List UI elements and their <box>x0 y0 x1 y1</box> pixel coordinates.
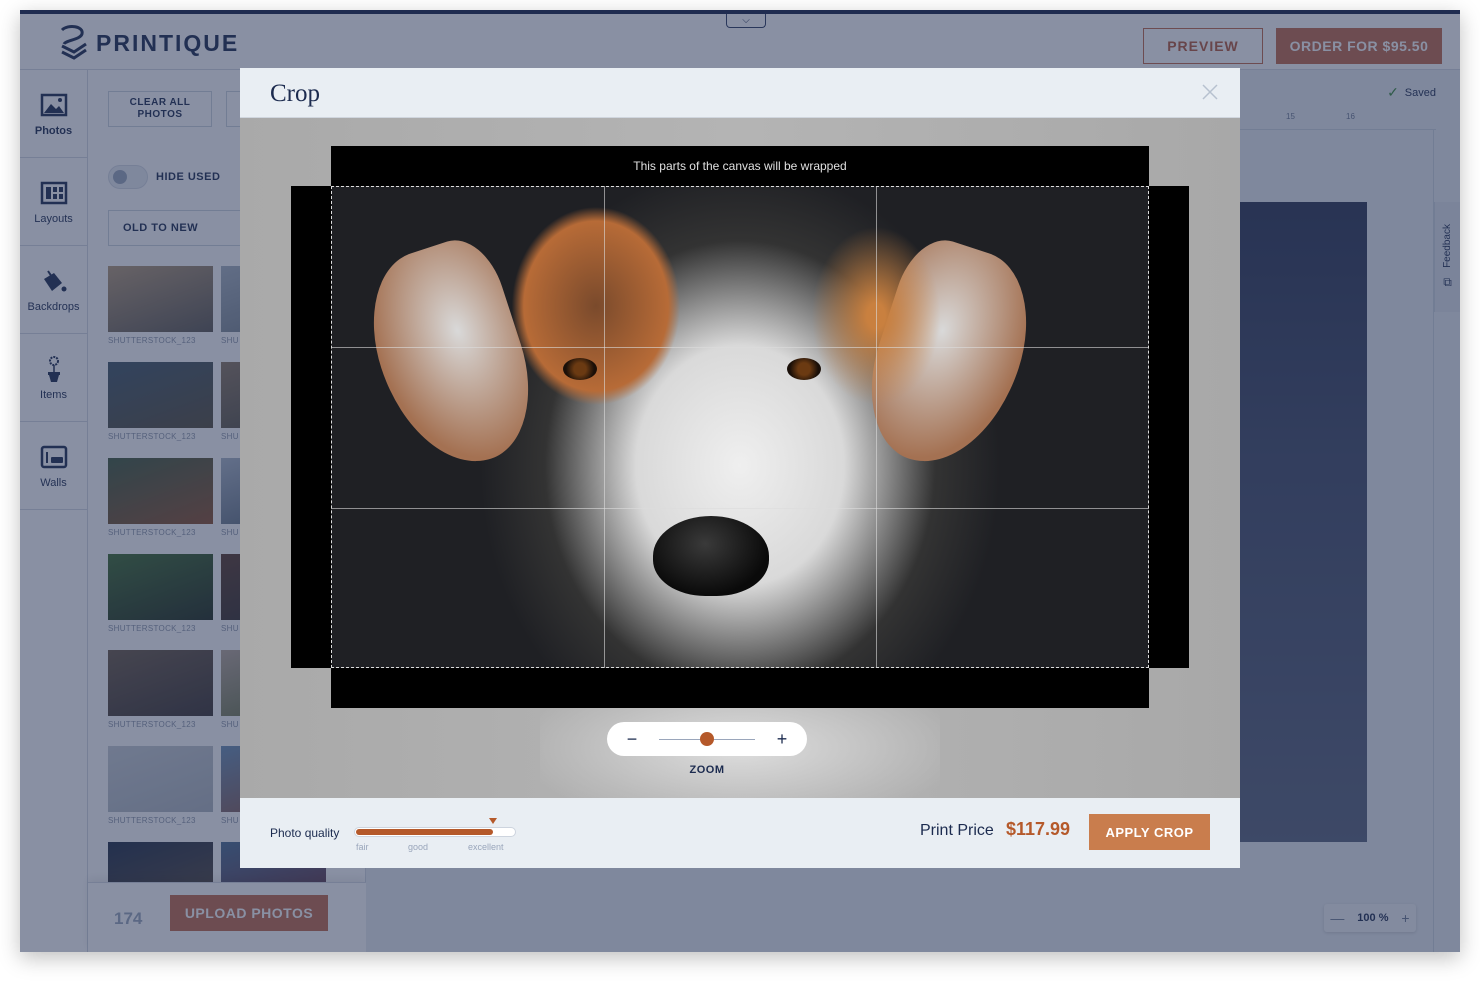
quality-tick: excellent <box>468 842 504 852</box>
apply-crop-button[interactable]: APPLY CROP <box>1089 814 1210 850</box>
photo-quality-marker-icon <box>489 818 498 824</box>
app-window: PRINTIQUE ⌵ PREVIEW ORDER FOR $95.50 Pho… <box>20 10 1460 952</box>
print-price-label: Print Price <box>920 822 994 839</box>
modal-header: Crop <box>240 68 1240 118</box>
wrap-area-bottom <box>331 668 1149 708</box>
print-price-value: $117.99 <box>1006 819 1071 839</box>
quality-tick: good <box>408 842 429 852</box>
modal-footer: Photo quality fair good excellent Print … <box>240 798 1240 868</box>
crop-stage[interactable]: This parts of the canvas will be wrapped… <box>240 118 1240 798</box>
grid-line <box>331 508 1149 509</box>
zoom-slider: − + <box>607 722 807 756</box>
zoom-track[interactable] <box>659 731 755 746</box>
wrap-notice: This parts of the canvas will be wrapped <box>633 159 847 173</box>
wrap-area-right <box>1149 186 1189 668</box>
grid-line <box>876 186 877 668</box>
modal-title: Crop <box>270 80 320 107</box>
photo-quality-label: Photo quality <box>270 826 340 840</box>
grid-line <box>604 186 605 668</box>
crop-modal: Crop This parts of the canvas will be wr… <box>240 68 1240 868</box>
zoom-handle[interactable] <box>700 731 714 746</box>
zoom-label: ZOOM <box>689 764 725 776</box>
grid-line <box>331 347 1149 348</box>
quality-tick: fair <box>356 842 369 852</box>
crop-frame[interactable] <box>331 186 1149 668</box>
wrap-area-left <box>291 186 331 668</box>
wrap-area-top: This parts of the canvas will be wrapped <box>331 146 1149 186</box>
close-icon[interactable] <box>1200 82 1220 102</box>
photo-quality-fill <box>356 829 494 835</box>
photo-quality-bar <box>354 818 516 837</box>
zoom-minus-button[interactable]: − <box>623 729 641 750</box>
zoom-plus-button[interactable]: + <box>773 729 791 750</box>
